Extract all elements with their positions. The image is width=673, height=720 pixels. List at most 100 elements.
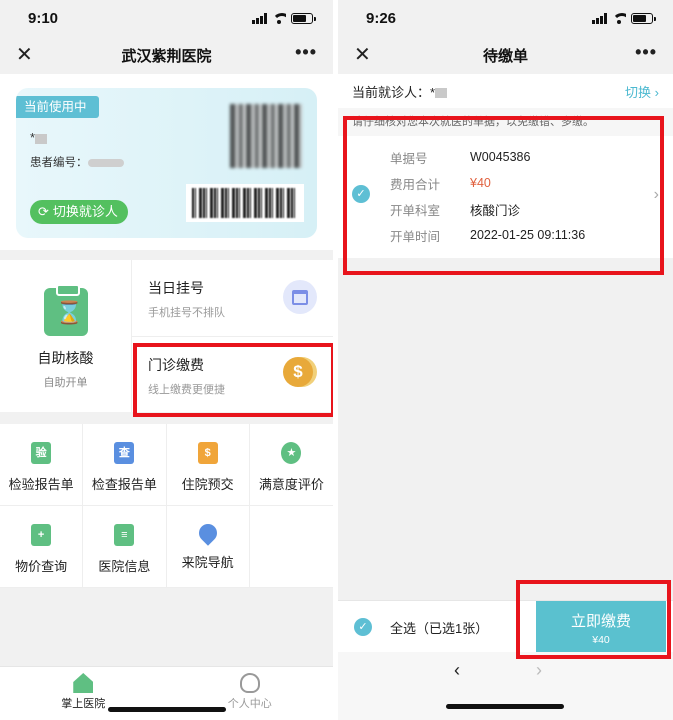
patient-card: 当前使用中 * 患者编号： ⟳ 切换就诊人 — [16, 88, 317, 238]
hospital-deposit-icon: $ — [197, 442, 218, 464]
nav-bar: ✕ 待缴单 ••• — [338, 36, 673, 74]
grid-item-hospital-deposit[interactable]: $ 住院预交 — [166, 424, 250, 506]
grid-item-label: 医院信息 — [98, 559, 151, 574]
wifi-icon — [612, 13, 626, 24]
bill-field-value: 2022-01-25 09:11:36 — [470, 228, 586, 242]
refresh-icon: ⟳ — [38, 204, 49, 219]
battery-icon — [631, 12, 656, 24]
home-indicator — [108, 707, 226, 712]
bill-checkbox[interactable]: ✓ — [352, 185, 370, 203]
card-area: 当前使用中 * 患者编号： ⟳ 切换就诊人 — [0, 74, 333, 250]
tab-personal-label: 个人中心 — [227, 698, 272, 710]
patient-name: * — [30, 130, 48, 145]
status-bar: 9:26 — [338, 0, 673, 36]
phone-screen-pending-bills: 9:26 ✕ 待缴单 ••• 当前就诊人：* 切换 › 请仔细核对您本次就医的单… — [338, 0, 673, 720]
signal-icon — [252, 12, 267, 24]
redacted-name — [435, 88, 448, 99]
grid-item-price-query[interactable]: + 物价查询 — [0, 506, 84, 588]
home-icon — [73, 673, 94, 693]
qr-code[interactable] — [230, 104, 302, 168]
services-grid: ⌛ 自助核酸 自助开单 当日挂号 手机挂号不排队 门诊缴费 线上缴费更便捷 $ — [0, 260, 333, 412]
function-grid: 验 检验报告单 查 检查报告单 $ 住院预交 ★ 满意度评价 + 物价查询 ≡ … — [0, 424, 333, 588]
service-outpatient-pay[interactable]: 门诊缴费 线上缴费更便捷 $ — [132, 335, 333, 413]
bill-field-time: 开单时间 2022-01-25 09:11:36 — [390, 222, 585, 248]
more-icon[interactable]: ••• — [295, 42, 317, 63]
patient-id-label: 患者编号： — [30, 157, 88, 169]
select-all-checkbox[interactable]: ✓ — [354, 618, 372, 636]
bill-field-key: 单据号 — [390, 151, 428, 166]
page-title: 武汉紫荆医院 — [121, 47, 212, 65]
browser-toolbar: ‹ › — [338, 652, 673, 720]
battery-icon — [291, 12, 316, 24]
clipboard-search-icon: ⌛ — [43, 284, 88, 336]
status-icons — [592, 12, 656, 24]
services-right: 当日挂号 手机挂号不排队 门诊缴费 线上缴费更便捷 $ — [132, 260, 333, 412]
bill-field-total: 费用合计 ¥40 — [390, 170, 585, 196]
grid-item-label: 满意度评价 — [258, 477, 324, 492]
hospital-info-icon: ≡ — [114, 524, 135, 546]
tab-home[interactable]: 掌上医院 — [0, 667, 167, 720]
grid-item-exam-report[interactable]: 查 检查报告单 — [83, 424, 167, 506]
pay-now-button[interactable]: 立即缴费 ¥40 — [536, 601, 666, 653]
bill-fields: 单据号 W0045386 费用合计 ¥40 开单科室 核酸门诊 开单时间 202… — [390, 144, 585, 248]
bill-field-number: 单据号 W0045386 — [390, 144, 585, 170]
lab-report-icon: 验 — [31, 442, 52, 464]
switch-patient-button[interactable]: ⟳ 切换就诊人 — [30, 200, 128, 224]
grid-item-label: 住院预交 — [181, 477, 234, 492]
status-time: 9:10 — [28, 9, 59, 27]
service-nucleic-test[interactable]: ⌛ 自助核酸 自助开单 — [0, 260, 132, 412]
patient-id: 患者编号： — [30, 154, 124, 170]
current-badge: 当前使用中 — [16, 96, 99, 118]
notice-text: 请仔细核对您本次就医的单据，以免缴错、多缴。 — [338, 108, 673, 136]
bill-field-key: 开单时间 — [390, 229, 441, 244]
bill-field-value: 核酸门诊 — [470, 203, 521, 218]
close-icon[interactable]: ✕ — [16, 43, 33, 67]
switch-patient-link[interactable]: 切换 › — [625, 82, 659, 101]
price-query-icon: + — [31, 524, 52, 546]
exam-report-icon: 查 — [114, 442, 135, 464]
pay-now-amount: ¥40 — [592, 634, 610, 646]
bill-field-key: 费用合计 — [390, 177, 441, 192]
tab-home-label: 掌上医院 — [61, 698, 106, 710]
grid-item-hospital-info[interactable]: ≡ 医院信息 — [83, 506, 167, 588]
status-bar: 9:10 — [0, 0, 333, 36]
grid-item-lab-report[interactable]: 验 检验报告单 — [0, 424, 84, 506]
back-arrow-icon[interactable]: ‹ — [454, 660, 460, 681]
barcode[interactable] — [186, 184, 304, 222]
nav-bar: ✕ 武汉紫荆医院 ••• — [0, 36, 333, 74]
bill-field-key: 开单科室 — [390, 203, 441, 218]
bill-card[interactable]: ✓ 单据号 W0045386 费用合计 ¥40 开单科室 核酸门诊 开单时间 2… — [338, 136, 673, 258]
grid-item-empty — [249, 506, 333, 588]
bill-field-department: 开单科室 核酸门诊 — [390, 196, 585, 222]
page-title: 待缴单 — [482, 47, 528, 65]
coin-icon: $ — [283, 356, 317, 391]
tab-personal[interactable]: 个人中心 — [167, 667, 334, 720]
bill-field-value: ¥40 — [470, 176, 491, 190]
user-icon — [239, 673, 260, 693]
status-time: 9:26 — [366, 9, 397, 27]
redacted-name — [35, 133, 48, 144]
wifi-icon — [272, 13, 286, 24]
calendar-icon — [283, 280, 317, 314]
bottom-pay-bar: ✓ 全选（已选1张） 立即缴费 ¥40 — [338, 600, 673, 653]
current-patient-bar: 当前就诊人：* 切换 › — [338, 74, 673, 108]
forward-arrow-icon[interactable]: › — [536, 660, 542, 681]
current-patient-text: 当前就诊人：* — [352, 84, 436, 100]
select-all-label[interactable]: 全选（已选1张） — [390, 618, 488, 637]
service-same-day-register[interactable]: 当日挂号 手机挂号不排队 — [132, 260, 333, 336]
phone-screen-home: 9:10 ✕ 武汉紫荆医院 ••• 当前使用中 * 患者编号： ⟳ 切换就诊人 … — [0, 0, 333, 720]
redacted-id — [87, 158, 124, 167]
grid-item-navigation[interactable]: 来院导航 — [166, 506, 250, 588]
current-patient-label: 当前就诊人：* — [352, 82, 448, 101]
grid-item-satisfaction[interactable]: ★ 满意度评价 — [249, 424, 333, 506]
more-icon[interactable]: ••• — [635, 42, 657, 63]
service-nucleic-title: 自助核酸 — [37, 350, 94, 366]
grid-item-label: 来院导航 — [181, 555, 234, 570]
close-icon[interactable]: ✕ — [354, 43, 371, 67]
status-icons — [252, 12, 316, 24]
grid-item-label: 检验报告单 — [8, 477, 74, 492]
chevron-right-icon[interactable]: › — [654, 186, 659, 204]
service-nucleic-subtitle: 自助开单 — [43, 377, 88, 389]
grid-item-label: 检查报告单 — [91, 477, 157, 492]
star-icon: ★ — [281, 442, 302, 464]
